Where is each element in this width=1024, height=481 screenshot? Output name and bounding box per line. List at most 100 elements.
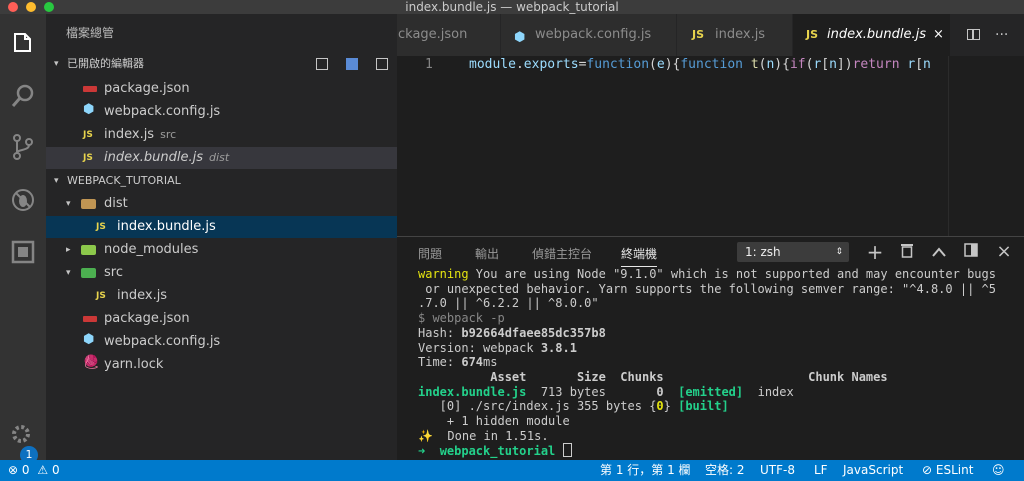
tree-item-src[interactable]: ▾ src <box>46 262 397 284</box>
split-terminal-icon[interactable] <box>961 242 981 262</box>
search-icon[interactable] <box>8 81 38 111</box>
close-icon[interactable]: × <box>933 14 944 56</box>
add-terminal-icon[interactable]: + <box>865 242 885 262</box>
code-token: . <box>515 57 524 72</box>
tree-item-label: index.js <box>117 288 168 303</box>
tab-label: webpack.config.js <box>535 27 652 42</box>
terminal-text: [built] <box>678 399 729 414</box>
split-editor-icon[interactable] <box>967 29 980 40</box>
open-editor-item-active[interactable]: JS index.bundle.js dist <box>46 147 397 169</box>
encoding[interactable]: UTF-8 <box>760 460 795 481</box>
tab-debug-console[interactable]: 偵錯主控台 <box>532 245 592 262</box>
terminal-text: } <box>663 399 679 414</box>
terminal-text: 3.8.1 <box>540 340 577 355</box>
code-token: [ <box>821 57 830 72</box>
tab-label: ckage.json <box>398 27 468 42</box>
tree-item-node-modules[interactable]: ▸ node_modules <box>46 239 397 261</box>
tab-index-js[interactable]: JS index.js <box>677 14 793 56</box>
terminal-text: Time: <box>418 355 462 370</box>
terminal-text: index <box>743 384 794 399</box>
tree-item-dist[interactable]: ▾ dist <box>46 193 397 215</box>
terminal-select-value: 1: zsh <box>745 245 781 259</box>
tab-output[interactable]: 輸出 <box>475 245 499 262</box>
trash-icon[interactable] <box>897 242 917 262</box>
js-icon: JS <box>83 153 93 163</box>
open-editor-item[interactable]: ⬢ webpack.config.js <box>46 101 397 123</box>
editor-tabs: ckage.json ⬢ webpack.config.js JS index.… <box>397 14 1024 56</box>
tab-problems[interactable]: 問題 <box>418 245 442 262</box>
maximize-panel-icon[interactable] <box>929 242 949 262</box>
debug-icon[interactable] <box>8 185 38 215</box>
project-header[interactable]: ▾ WEBPACK_TUTORIAL <box>46 170 397 192</box>
code-editor[interactable]: 1 module.exports=function(e){function t(… <box>397 56 1024 236</box>
terminal-text: 674 <box>461 355 484 370</box>
js-icon: JS <box>96 222 106 232</box>
tab-package-json[interactable]: ckage.json <box>397 14 501 56</box>
webpack-icon: ⬢ <box>514 30 526 45</box>
code-token: n <box>829 57 837 72</box>
tree-item-webpack-config[interactable]: ⬢ webpack.config.js <box>46 331 397 353</box>
tab-terminal[interactable]: 終端機 <box>621 245 658 267</box>
collapse-all-icon[interactable] <box>376 58 388 70</box>
terminal-line: index.bundle.js 713 bytes 0 [emitted] in… <box>418 385 1018 400</box>
close-all-icon[interactable] <box>346 58 358 70</box>
language-mode[interactable]: JavaScript <box>843 460 903 481</box>
tree-item-label: src <box>104 265 123 280</box>
minimap[interactable] <box>948 56 1024 236</box>
terminal-line: .7.0 || ^6.2.2 || ^8.0.0" <box>418 296 1018 311</box>
terminal-text: [emitted] <box>678 384 744 399</box>
open-editor-hint: dist <box>209 151 230 164</box>
terminal-output[interactable]: warning You are using Node "9.1.0" which… <box>418 267 1018 459</box>
warning-count: 0 <box>51 463 60 477</box>
more-actions-icon[interactable]: ··· <box>995 27 1008 43</box>
terminal-text: 713 bytes <box>526 384 657 399</box>
tree-item-index-js[interactable]: JS index.js <box>46 285 397 307</box>
extensions-icon[interactable] <box>8 237 38 267</box>
code-token: [ <box>915 57 924 72</box>
open-editors-header[interactable]: ▾ 已開啟的編輯器 <box>46 53 397 75</box>
chevron-down-icon: ▾ <box>66 268 71 278</box>
files-icon[interactable] <box>8 29 38 59</box>
tree-item-label: dist <box>104 196 128 211</box>
open-editor-item[interactable]: package.json <box>46 78 397 100</box>
terminal-cursor <box>562 443 572 458</box>
terminal-text: Asset Size Chunks Chunk Names <box>418 369 888 384</box>
source-control-icon[interactable] <box>8 132 38 162</box>
tab-label: index.js <box>715 27 766 42</box>
code-line[interactable]: module.exports=function(e){function t(n)… <box>469 56 948 74</box>
error-icon: ⊗ <box>8 463 19 477</box>
terminal-text: $ webpack -p <box>418 311 505 326</box>
save-all-icon[interactable] <box>316 58 328 70</box>
tab-index-bundle-js[interactable]: JS index.bundle.js × <box>793 14 951 56</box>
code-token: ( <box>649 57 657 72</box>
code-token: function <box>680 57 743 72</box>
code-token: function <box>586 57 650 72</box>
chevron-down-icon: ▾ <box>66 199 71 209</box>
open-editor-item[interactable]: JS index.js src <box>46 124 397 146</box>
tree-item-package-json[interactable]: package.json <box>46 308 397 330</box>
close-panel-icon[interactable]: × <box>994 242 1014 262</box>
chevron-updown-icon: ⇕ <box>835 247 843 257</box>
indentation[interactable]: 空格: 2 <box>705 460 745 481</box>
terminal-text: webpack_tutorial <box>439 444 556 459</box>
explorer-sidebar: 檔案總管 ▾ 已開啟的編輯器 package.json ⬢ webpack.co… <box>46 14 397 460</box>
tree-item-yarn-lock[interactable]: 🧶 yarn.lock <box>46 354 397 376</box>
terminal-line: Asset Size Chunks Chunk Names <box>418 370 1018 385</box>
tree-item-index-bundle[interactable]: JS index.bundle.js <box>46 216 397 238</box>
tree-item-label: webpack.config.js <box>104 334 221 349</box>
terminal-panel: 問題 輸出 偵錯主控台 終端機 1: zsh ⇕ + × warning You… <box>397 236 1024 461</box>
feedback-smiley-icon[interactable]: ☺ <box>992 460 1005 481</box>
terminal-text: index.bundle.js <box>418 384 527 399</box>
eslint-status[interactable]: ⊘ ESLint <box>922 460 973 481</box>
problems-indicator[interactable]: ⊗ 0 ⚠ 0 <box>8 460 60 481</box>
cursor-position[interactable]: 第 1 行，第 1 欄 <box>600 460 691 481</box>
webpack-icon: ⬢ <box>83 102 95 117</box>
line-ending[interactable]: LF <box>814 460 828 481</box>
terminal-text: You are using Node "9.1.0" which is not … <box>468 267 996 281</box>
terminal-select[interactable]: 1: zsh ⇕ <box>737 242 849 262</box>
open-editor-hint: src <box>160 128 177 141</box>
tab-webpack-config[interactable]: ⬢ webpack.config.js <box>501 14 677 56</box>
folder-node-icon <box>81 245 96 255</box>
